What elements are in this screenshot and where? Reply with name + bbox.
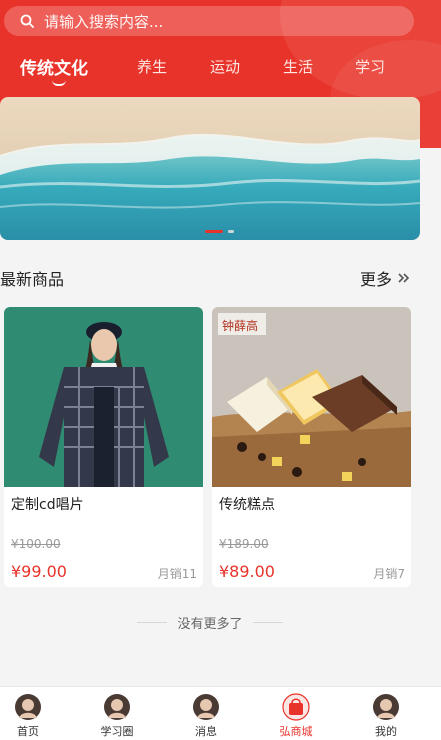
home-icon [15,694,41,720]
product-card[interactable]: 定制cd唱片 ¥100.00 ¥99.00 月销11 [4,307,203,587]
profile-icon [373,694,399,720]
tabbar-label: 学习圈 [100,725,134,738]
tabbar-item-study-circle[interactable]: 学习圈 [87,691,147,739]
search-icon [20,14,34,28]
product-original-price: ¥189.00 [219,537,269,551]
product-price: ¥89.00 [219,562,275,581]
tabbar-label: 我的 [375,725,397,738]
double-chevron-right-icon [398,273,410,283]
beach-banner-image [0,97,420,240]
category-tabs: 传统文化 养生 运动 生活 学习 [0,52,441,92]
tabbar-label: 消息 [195,725,217,738]
bottom-tab-bar: 首页 学习圈 消息 弘商城 我的 [0,686,441,740]
section-title: 最新商品 [0,270,65,289]
tabbar-item-mall[interactable]: 弘商城 [266,691,326,739]
tab-study[interactable]: 学习 [355,56,385,77]
search-input[interactable]: 请输入搜索内容... [4,6,414,36]
divider [137,621,168,623]
product-monthly-sales: 月销11 [157,567,197,581]
product-price: ¥99.00 [11,562,67,581]
tabbar-label: 首页 [17,725,39,738]
tabbar-item-messages[interactable]: 消息 [176,691,236,739]
product-image-pastry: 钟薛高 [212,307,411,487]
product-name: 传统糕点 [219,497,275,513]
more-label: 更多 [360,270,393,289]
product-card[interactable]: 钟薛高 传统糕点 ¥189.00 ¥89.00 月销7 [212,307,411,587]
tab-life[interactable]: 生活 [283,56,313,77]
tabbar-item-home[interactable]: 首页 [0,691,58,739]
end-of-list-note: 没有更多了 [130,612,290,632]
shopping-bag-icon [282,693,310,721]
tab-traditional-culture[interactable]: 传统文化 [20,54,88,79]
banner-carousel[interactable] [0,97,420,240]
carousel-dot-active [205,230,223,233]
product-image-jacket [4,307,203,487]
end-of-list-label: 没有更多了 [177,616,243,632]
carousel-dot [228,230,234,233]
product-name: 定制cd唱片 [11,497,84,513]
tab-sports[interactable]: 运动 [210,56,240,77]
product-monthly-sales: 月销7 [373,567,405,581]
tabbar-label: 弘商城 [279,725,313,738]
brand-logo-text: 钟薛高 [222,318,258,333]
more-link[interactable]: 更多 [360,266,411,290]
divider [252,621,283,623]
messages-icon [193,694,219,720]
search-placeholder: 请输入搜索内容... [44,12,164,31]
tab-health[interactable]: 养生 [137,56,167,77]
product-original-price: ¥100.00 [11,537,61,551]
study-circle-icon [104,694,130,720]
tabbar-item-profile[interactable]: 我的 [356,691,416,739]
